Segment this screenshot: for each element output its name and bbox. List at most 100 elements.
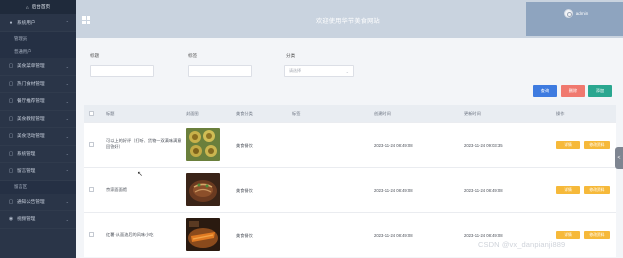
edit-button[interactable]: 修改资料 bbox=[584, 231, 610, 239]
row-created: 2023-11-24 08:49:08 bbox=[374, 143, 413, 148]
book-icon: ▢ bbox=[8, 115, 14, 122]
search-panel: 标题 标签 分类 请选择 ⌄ 查询 删除 添加 bbox=[76, 38, 623, 97]
watermark: CSDN @vx_danpianji889 bbox=[478, 240, 566, 249]
row-created: 2023-11-24 08:49:08 bbox=[374, 188, 413, 193]
delete-button[interactable]: 删除 bbox=[561, 85, 585, 97]
grid-menu-icon[interactable] bbox=[82, 16, 90, 24]
sidebar-brand-label: 后台首页 bbox=[31, 4, 51, 9]
row-title: 红薯·从面油后的风味小吃 bbox=[106, 232, 154, 237]
restaurant-icon: ▢ bbox=[8, 98, 14, 105]
column-header-actions: 操作 bbox=[556, 111, 565, 116]
message-icon: ▢ bbox=[8, 168, 14, 175]
cover-image bbox=[186, 173, 220, 206]
user-menu[interactable]: admin bbox=[526, 2, 623, 36]
column-header-title: 标题 bbox=[106, 111, 115, 116]
detail-button[interactable]: 详情 bbox=[556, 231, 580, 239]
user-icon: ● bbox=[9, 19, 13, 26]
detail-button[interactable]: 详情 bbox=[556, 141, 580, 149]
sidebar-item-message-board[interactable]: 留言区 bbox=[0, 180, 76, 194]
cover-image bbox=[186, 218, 220, 251]
chevron-up-icon: ⌃ bbox=[65, 20, 69, 25]
table-header: 标题 封面图 美食分类 标签 创建时间 更新时间 操作 bbox=[84, 105, 616, 122]
column-header-tag: 标签 bbox=[292, 111, 301, 116]
tag-label: 标签 bbox=[188, 53, 198, 58]
sidebar-item-system-manage[interactable]: ▢ 系统管理 ⌄ bbox=[0, 146, 76, 164]
sidebar-item-menu-manage[interactable]: ▢ 美食菜单管理 ⌄ bbox=[0, 58, 76, 76]
sidebar-item-admins[interactable]: 管理员 bbox=[0, 32, 76, 45]
sidebar-item-tutorial-manage[interactable]: ▢ 美食教程管理 ⌄ bbox=[0, 111, 76, 129]
chevron-down-icon: ⌄ bbox=[65, 63, 69, 69]
row-checkbox[interactable] bbox=[89, 232, 94, 237]
row-category: 美食餐饮 bbox=[236, 143, 253, 148]
chevron-down-icon: ⌄ bbox=[65, 81, 69, 87]
chevron-down-icon: ⌄ bbox=[65, 98, 69, 104]
row-updated: 2023-11-24 08:49:08 bbox=[464, 233, 503, 238]
edit-button[interactable]: 修改资料 bbox=[584, 186, 610, 194]
title-input[interactable] bbox=[90, 65, 154, 77]
sidebar-item-label: 系统用户 bbox=[17, 19, 36, 25]
row-category: 美食餐饮 bbox=[236, 188, 253, 193]
sidebar-item-label: 普通用户 bbox=[14, 48, 32, 54]
select-all-checkbox[interactable] bbox=[89, 111, 94, 116]
sidebar-item-message-manage[interactable]: ▢ 留言管理 ⌃ bbox=[0, 163, 76, 181]
row-category: 美食餐饮 bbox=[236, 233, 253, 238]
cover-image bbox=[186, 128, 220, 161]
mouse-cursor-icon: ↖ bbox=[137, 171, 143, 178]
system-icon: ▢ bbox=[8, 150, 14, 157]
sidebar-item-notice-manage[interactable]: ▢ 通知公告管理 ⌄ bbox=[0, 194, 76, 212]
table-row: 红薯·从面油后的风味小吃 美食餐饮 2023-11-24 08:49:08 20… bbox=[84, 212, 616, 257]
row-created: 2023-11-24 08:49:08 bbox=[374, 233, 413, 238]
column-header-created: 创建时间 bbox=[374, 111, 391, 116]
sidebar-item-label: 美食教程管理 bbox=[17, 115, 45, 121]
column-header-updated: 更新时间 bbox=[464, 111, 481, 116]
sidebar: ⌂ 后台首页 ● 系统用户 ⌃ 管理员 普通用户 ▢ 美食菜单管理 ⌄ ▢ 热门… bbox=[0, 0, 76, 258]
category-select[interactable]: 请选择 ⌄ bbox=[284, 65, 354, 77]
sidebar-item-label: 留言区 bbox=[14, 184, 28, 189]
column-header-category: 美食分类 bbox=[236, 111, 253, 116]
chevron-down-icon: ⌄ bbox=[65, 216, 69, 222]
sidebar-item-label: 视频管理 bbox=[17, 216, 36, 222]
edit-button[interactable]: 修改资料 bbox=[584, 141, 610, 149]
sidebar-item-label: 管理员 bbox=[14, 35, 28, 41]
title-label: 标题 bbox=[90, 53, 100, 58]
sidebar-item-event-manage[interactable]: ▢ 美食活动管理 ⌄ bbox=[0, 128, 76, 146]
sidebar-brand[interactable]: ⌂ 后台首页 bbox=[0, 0, 76, 14]
row-checkbox[interactable] bbox=[89, 142, 94, 147]
sidebar-item-label: 通知公告管理 bbox=[17, 198, 45, 204]
top-header: 欢迎使用华节美食网站 admin bbox=[76, 0, 623, 38]
avatar bbox=[563, 9, 573, 18]
video-icon: ◉ bbox=[8, 216, 14, 223]
table-row: 可以上的好评（打听、货物一双满味满意回答好） 美食餐饮 2023-11-24 0… bbox=[84, 122, 616, 167]
sidebar-item-ingredient-manage[interactable]: ▢ 热门食材管理 ⌄ bbox=[0, 76, 76, 94]
detail-button[interactable]: 详情 bbox=[556, 186, 580, 194]
notice-icon: ▢ bbox=[8, 198, 14, 205]
search-button[interactable]: 查询 bbox=[533, 85, 557, 97]
row-checkbox[interactable] bbox=[89, 187, 94, 192]
chevron-down-icon: ⌄ bbox=[65, 116, 69, 122]
row-updated: 2023-11-24 09:03:35 bbox=[464, 143, 503, 148]
username: admin bbox=[575, 11, 589, 16]
sidebar-item-label: 美食菜单管理 bbox=[17, 63, 45, 69]
chevron-down-icon: ⌄ bbox=[65, 151, 69, 157]
food-table: 标题 封面图 美食分类 标签 创建时间 更新时间 操作 可以上的好评（打听、货物… bbox=[84, 105, 616, 257]
main-content: 标题 标签 分类 请选择 ⌄ 查询 删除 添加 标题 封面图 美食分类 标签 创… bbox=[76, 38, 623, 258]
row-updated: 2023-11-24 08:49:08 bbox=[464, 188, 503, 193]
sidebar-item-normal-users[interactable]: 普通用户 bbox=[0, 45, 76, 58]
sidebar-item-system-users[interactable]: ● 系统用户 ⌃ bbox=[0, 14, 76, 32]
menu-icon: ▢ bbox=[8, 63, 14, 70]
add-button[interactable]: 添加 bbox=[588, 85, 612, 97]
chevron-down-icon: ⌄ bbox=[345, 69, 349, 74]
ingredient-icon: ▢ bbox=[8, 80, 14, 87]
chevron-up-icon: ⌃ bbox=[65, 168, 69, 174]
sidebar-item-label: 系统管理 bbox=[17, 150, 36, 156]
sidebar-item-label: 餐厅推荐管理 bbox=[17, 98, 45, 104]
sidebar-item-video-manage[interactable]: ◉ 视频管理 ⌄ bbox=[0, 211, 76, 229]
table-row: 京家面面馆 美食餐饮 2023-11-24 08:49:08 2023-11-2… bbox=[84, 167, 616, 212]
sidebar-item-restaurant-manage[interactable]: ▢ 餐厅推荐管理 ⌄ bbox=[0, 93, 76, 111]
collapse-tab[interactable]: < bbox=[615, 147, 623, 169]
home-icon: ⌂ bbox=[25, 4, 29, 10]
tag-input[interactable] bbox=[188, 65, 252, 77]
row-title: 可以上的好评（打听、货物一双满味满意回答好） bbox=[106, 138, 182, 149]
sidebar-item-label: 热门食材管理 bbox=[17, 80, 45, 86]
column-header-cover: 封面图 bbox=[186, 111, 199, 116]
